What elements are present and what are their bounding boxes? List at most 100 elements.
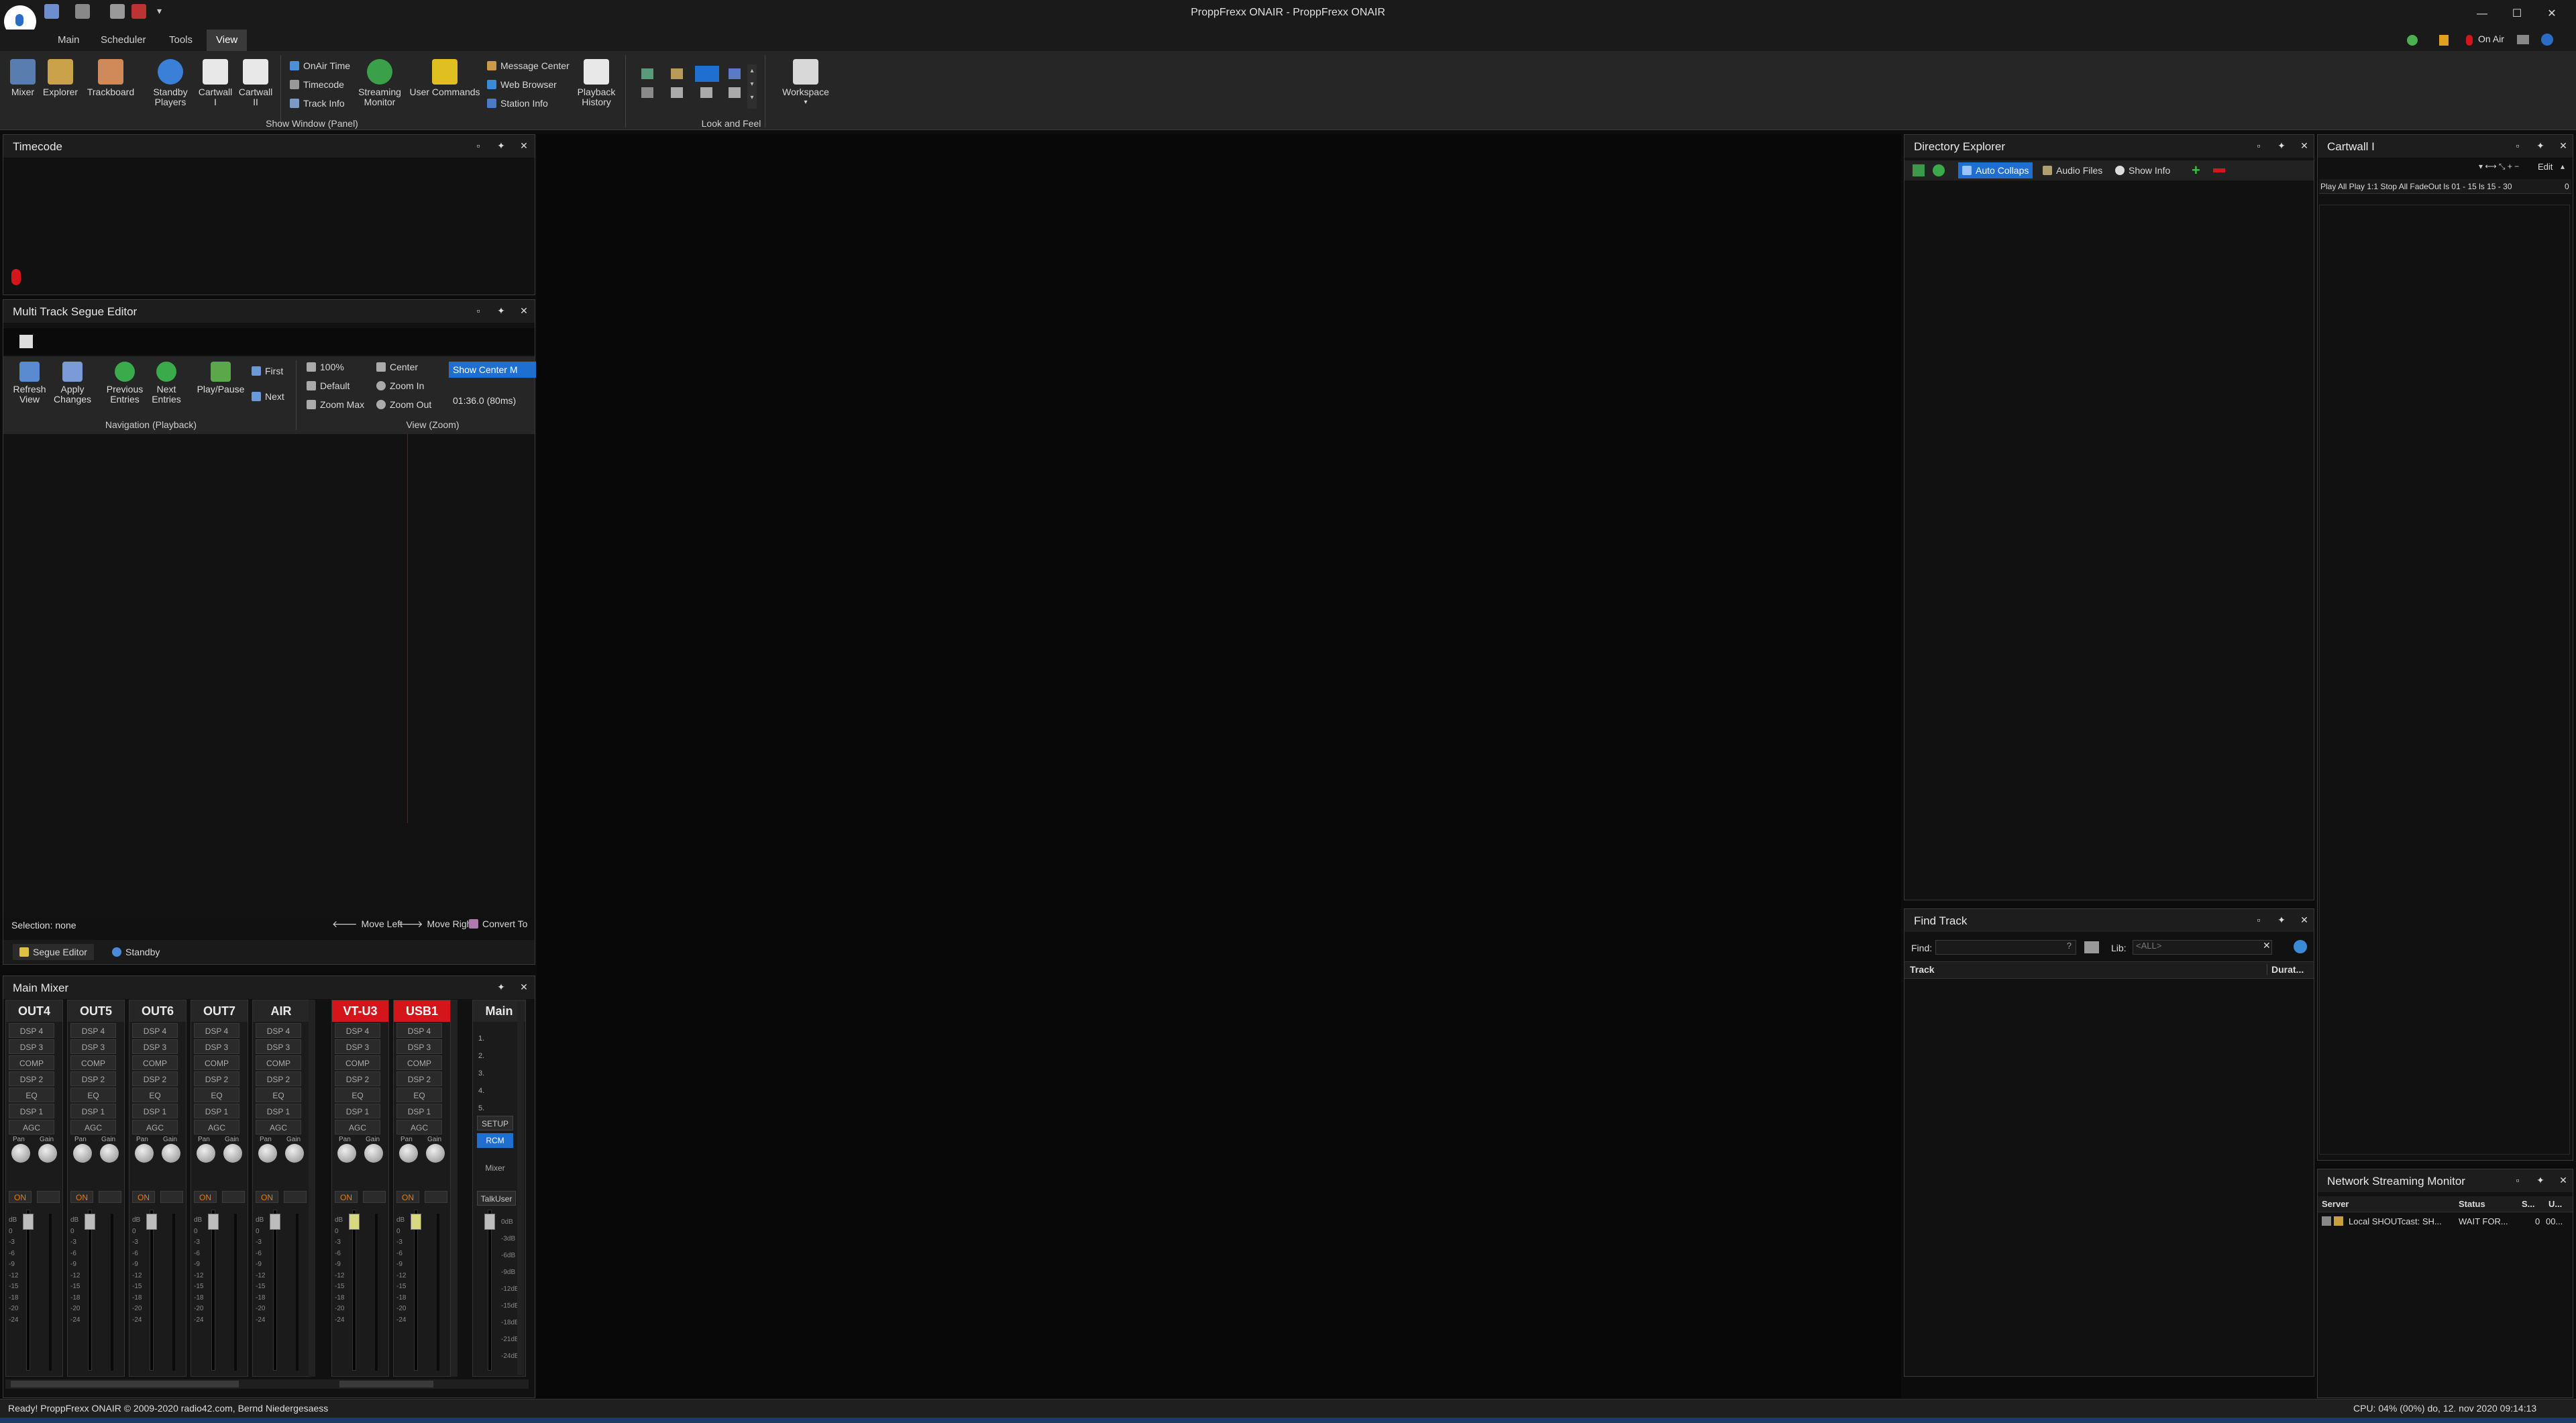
audio-files-toggle[interactable]: Audio Files xyxy=(2043,162,2102,178)
channel-mute-button[interactable] xyxy=(284,1191,307,1203)
column-duration[interactable]: Durat... xyxy=(2267,964,2304,975)
zoom-out-button[interactable]: Zoom Out xyxy=(376,397,431,413)
panel-pin-button[interactable]: ✦ xyxy=(2534,140,2547,152)
tab-standby[interactable]: Standby xyxy=(105,944,166,960)
table-row[interactable]: Local SHOUTcast: SH... WAIT FOR... 0 00.… xyxy=(2318,1214,2573,1230)
message-center-button[interactable]: Message Center xyxy=(487,58,570,74)
move-right-button[interactable]: 🡒 Move Right xyxy=(398,916,474,932)
column-s[interactable]: S... xyxy=(2522,1199,2535,1209)
zoom-max-button[interactable]: Zoom Max xyxy=(307,397,364,413)
channel-name[interactable]: VT-U3 xyxy=(332,1000,388,1022)
panel-pin-button[interactable]: ✦ xyxy=(494,140,508,152)
previous-entries-button[interactable]: Previous Entries xyxy=(103,362,147,405)
setup-button[interactable]: SETUP xyxy=(477,1116,513,1130)
gallery-scroll[interactable]: ▴ ▾ ▾ xyxy=(747,64,757,109)
standby-players-button[interactable]: Standby Players xyxy=(149,59,192,107)
dsp-slot-button[interactable]: DSP 4 xyxy=(256,1023,301,1038)
panel-close-button[interactable]: ✕ xyxy=(2557,140,2570,152)
mixer-horizontal-scrollbar[interactable] xyxy=(5,1379,529,1389)
dsp-slot-button[interactable]: COMP xyxy=(9,1055,54,1070)
dsp-slot-button[interactable]: COMP xyxy=(70,1055,116,1070)
dsp-slot-button[interactable]: EQ xyxy=(194,1088,239,1102)
panel-close-button[interactable]: ✕ xyxy=(2298,140,2311,152)
dsp-slot-button[interactable]: DSP 3 xyxy=(132,1039,178,1054)
add-icon[interactable]: + xyxy=(2192,162,2200,179)
column-server[interactable]: Server xyxy=(2322,1199,2349,1209)
fader-knob[interactable] xyxy=(85,1214,95,1230)
panel-close-button[interactable]: ✕ xyxy=(517,982,531,993)
channel-mute-button[interactable] xyxy=(222,1191,245,1203)
dsp-slot-button[interactable]: AGC xyxy=(132,1120,178,1135)
dsp-slot-button[interactable]: EQ xyxy=(396,1088,442,1102)
show-center-marker-toggle[interactable]: Show Center M xyxy=(449,362,536,378)
fader-knob[interactable] xyxy=(349,1214,360,1230)
gain-knob[interactable] xyxy=(162,1144,180,1163)
tab-main[interactable]: Main xyxy=(48,30,89,51)
mixer-button[interactable]: Mixer xyxy=(7,59,39,97)
user-commands-button[interactable]: User Commands xyxy=(408,59,482,97)
main-slot[interactable]: 2. xyxy=(478,1047,484,1065)
gain-knob[interactable] xyxy=(426,1144,445,1163)
workspace-button[interactable]: Workspace ▾ xyxy=(777,59,835,107)
microphone-icon[interactable] xyxy=(11,269,21,285)
cartwall-edit-button[interactable]: Edit xyxy=(2538,162,2553,172)
car-icon[interactable] xyxy=(2517,35,2529,44)
dsp-slot-button[interactable]: DSP 3 xyxy=(256,1039,301,1054)
main-fader-knob[interactable] xyxy=(484,1214,495,1230)
panel-close-button[interactable]: ✕ xyxy=(517,305,531,317)
channel-on-button[interactable]: ON xyxy=(256,1191,278,1203)
panel-restore-button[interactable]: ▫ xyxy=(2252,140,2265,151)
channel-on-button[interactable]: ON xyxy=(132,1191,155,1203)
dsp-slot-button[interactable]: AGC xyxy=(9,1120,54,1135)
channels-scrollbar[interactable] xyxy=(309,1000,315,1377)
close-window-button[interactable]: ✕ xyxy=(2540,4,2564,24)
next-button[interactable]: Next xyxy=(252,388,284,405)
gain-knob[interactable] xyxy=(223,1144,242,1163)
find-input[interactable]: ? xyxy=(1935,940,2076,955)
talkuser-button[interactable]: TalkUser xyxy=(477,1191,516,1206)
panel-restore-button[interactable]: ▫ xyxy=(472,140,485,151)
dsp-slot-button[interactable]: DSP 3 xyxy=(194,1039,239,1054)
gain-knob[interactable] xyxy=(38,1144,57,1163)
pan-knob[interactable] xyxy=(399,1144,418,1163)
main-slot[interactable]: 3. xyxy=(478,1065,484,1082)
panel-pin-button[interactable]: ✦ xyxy=(2534,1175,2547,1186)
panel-restore-button[interactable]: ▫ xyxy=(472,305,485,316)
dsp-slot-button[interactable]: AGC xyxy=(396,1120,442,1135)
dsp-slot-button[interactable]: COMP xyxy=(396,1055,442,1070)
apply-changes-button[interactable]: Apply Changes xyxy=(52,362,93,405)
dsp-slot-button[interactable]: DSP 4 xyxy=(194,1023,239,1038)
panel-pin-button[interactable]: ✦ xyxy=(2275,140,2288,152)
channel-name[interactable]: USB1 xyxy=(394,1000,450,1022)
help-icon[interactable] xyxy=(2541,34,2553,46)
column-track[interactable]: Track xyxy=(1910,964,1935,975)
channel-mute-button[interactable] xyxy=(37,1191,60,1203)
explorer-button[interactable]: Explorer xyxy=(42,59,79,97)
column-u[interactable]: U... xyxy=(2548,1199,2562,1209)
main-slot[interactable]: 5. xyxy=(478,1100,484,1117)
tab-view[interactable]: View xyxy=(207,30,248,51)
dsp-slot-button[interactable]: AGC xyxy=(256,1120,301,1135)
dsp-slot-button[interactable]: DSP 3 xyxy=(396,1039,442,1054)
refresh-icon[interactable] xyxy=(1933,164,1945,176)
find-options-icon[interactable] xyxy=(2084,941,2099,953)
dsp-slot-button[interactable]: AGC xyxy=(194,1120,239,1135)
pan-knob[interactable] xyxy=(11,1144,30,1163)
maximize-button[interactable]: ☐ xyxy=(2505,4,2529,24)
move-left-button[interactable]: 🡐 Move Left xyxy=(332,916,402,932)
web-browser-button[interactable]: Web Browser xyxy=(487,76,557,93)
dsp-slot-button[interactable]: DSP 2 xyxy=(70,1071,116,1086)
dsp-slot-button[interactable]: EQ xyxy=(132,1088,178,1102)
channel-name[interactable]: AIR xyxy=(253,1000,309,1022)
clear-library-button[interactable]: ✕ xyxy=(2263,940,2271,951)
gain-knob[interactable] xyxy=(364,1144,383,1163)
lock-icon[interactable] xyxy=(2439,35,2449,46)
panel-restore-button[interactable]: ▫ xyxy=(2511,140,2524,151)
dsp-slot-button[interactable]: DSP 1 xyxy=(396,1104,442,1118)
dsp-slot-button[interactable]: EQ xyxy=(9,1088,54,1102)
dsp-slot-button[interactable]: DSP 3 xyxy=(70,1039,116,1054)
channel-name[interactable]: OUT6 xyxy=(129,1000,186,1022)
dsp-slot-button[interactable]: DSP 2 xyxy=(9,1071,54,1086)
dsp-slot-button[interactable]: AGC xyxy=(70,1120,116,1135)
channel-mute-button[interactable] xyxy=(425,1191,447,1203)
